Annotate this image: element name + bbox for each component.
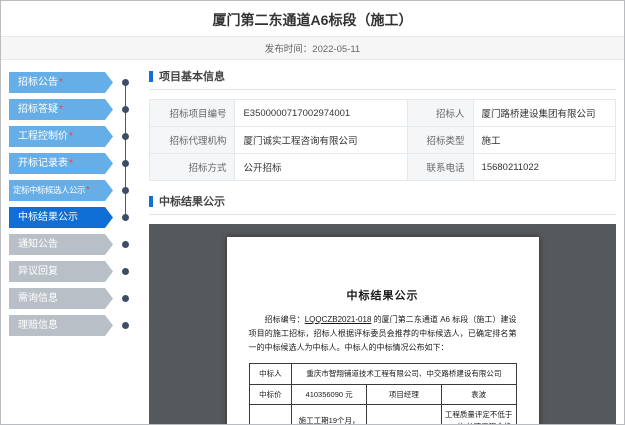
table-row: 招标项目编号 E3500000717002974001 招标人 厦门路桥建设集团… — [148, 99, 617, 127]
table-row: 招标方式 公开招标 联系电话 15680211022 — [148, 153, 617, 181]
sidebar-item-bid-qa[interactable]: 招标答疑* — [9, 99, 141, 120]
document-page: 中标结果公示 招标编号：LQQCZB2021-018 的厦门第二东通道 A6 标… — [226, 237, 539, 424]
stage-label: 招标公告 — [18, 77, 58, 88]
stage-arrow[interactable]: 理赔信息 — [9, 315, 113, 336]
stage-label: 通知公告 — [18, 239, 58, 250]
result-section-header: 中标结果公示 — [149, 193, 616, 215]
timeline-dot — [121, 295, 129, 302]
section-marker-icon — [149, 195, 153, 207]
field-label: 中标价 — [248, 383, 293, 406]
stage-arrow[interactable]: 工程控制价* — [9, 126, 113, 147]
field-value: 15680211022 — [472, 153, 617, 181]
field-label: 招标人 — [407, 99, 474, 127]
stage-sidebar: 招标公告* 招标答疑* 工程控制价* 开标记录表* 定标中标候选人公示* 中标结… — [9, 68, 141, 425]
field-label: 招标项目编号 — [148, 99, 236, 127]
stage-label: 工程控制价 — [18, 131, 68, 142]
required-star: * — [69, 131, 73, 142]
publish-time-bar: 发布时间：2022-05-11 — [1, 36, 624, 60]
timeline-dot — [121, 268, 129, 275]
timeline-dot — [121, 133, 129, 140]
sidebar-item-candidate-publicity[interactable]: 定标中标候选人公示* — [9, 180, 141, 201]
field-value: 410356090 元 — [291, 383, 367, 406]
required-star: * — [69, 158, 73, 169]
sidebar-item-inquiry-info[interactable]: 需询信息 — [9, 288, 141, 309]
sidebar-item-claim-info[interactable]: 理赔信息 — [9, 315, 141, 336]
basic-info-title: 项目基本信息 — [159, 71, 225, 83]
stage-arrow[interactable]: 定标中标候选人公示* — [9, 180, 113, 201]
page-header: 厦门第二东通道A6标段（施工） — [1, 1, 624, 36]
timeline-dot — [121, 241, 129, 248]
table-row: 工期 施工工期19个月，缺陷责任期 24 个月（其中，绿化工程养护期为 12 个… — [248, 404, 517, 424]
field-value: 厦门诚实工程咨询有限公司 — [234, 126, 409, 154]
timeline-dot — [121, 214, 129, 221]
field-label: 联系电话 — [407, 153, 474, 181]
sidebar-item-control-price[interactable]: 工程控制价* — [9, 126, 141, 147]
timeline-dot — [121, 160, 129, 167]
stage-arrow[interactable]: 异议回复 — [9, 261, 113, 282]
main-content: 项目基本信息 招标项目编号 E3500000717002974001 招标人 厦… — [141, 68, 617, 424]
table-row: 中标价 410356090 元 项目经理 袁波 — [248, 383, 517, 406]
field-value: 重庆市智翔铺道技术工程有限公司、中交路桥建设有限公司 — [291, 363, 517, 385]
project-detail-page: 厦门第二东通道A6标段（施工） 发布时间：2022-05-11 招标公告* 招标… — [0, 0, 625, 425]
field-value: 袁波 — [440, 383, 517, 406]
table-row: 招标代理机构 厦门诚实工程咨询有限公司 招标类型 施工 — [148, 126, 617, 154]
field-value: 厦门路桥建设集团有限公司 — [472, 99, 617, 127]
table-row: 中标人 重庆市智翔铺道技术工程有限公司、中交路桥建设有限公司 — [248, 363, 517, 385]
page-title: 厦门第二东通道A6标段（施工） — [212, 12, 413, 28]
para-prefix: 招标编号： — [264, 315, 305, 324]
stage-arrow[interactable]: 开标记录表* — [9, 153, 113, 174]
document-preview[interactable]: 中标结果公示 招标编号：LQQCZB2021-018 的厦门第二东通道 A6 标… — [149, 224, 616, 424]
sidebar-item-objection-reply[interactable]: 异议回复 — [9, 261, 141, 282]
stage-label: 理赔信息 — [18, 320, 58, 331]
field-value: 施工工期19个月，缺陷责任期 24 个月（其中，绿化工程养护期为 12 个月） — [291, 404, 367, 424]
field-label: 工期 — [248, 404, 293, 424]
sidebar-item-opening-record[interactable]: 开标记录表* — [9, 153, 141, 174]
stage-label: 招标答疑 — [18, 104, 58, 115]
publish-time: 发布时间：2022-05-11 — [264, 44, 361, 55]
bid-number: LQQCZB2021-018 — [304, 315, 372, 324]
field-label: 质量标准 — [365, 404, 442, 424]
sidebar-item-result-publicity[interactable]: 中标结果公示 — [9, 207, 141, 228]
timeline-line — [125, 83, 126, 218]
section-marker-icon — [149, 70, 153, 82]
field-value: 工程质量评定不低于 90 分,分项工程合格率为 100%; 交工验收达到合格; … — [440, 404, 517, 424]
timeline-dot — [121, 106, 129, 113]
required-star: * — [59, 104, 63, 115]
timeline-dot — [121, 322, 129, 329]
stage-label: 定标中标候选人公示 — [13, 185, 86, 195]
field-value: 施工 — [472, 126, 617, 154]
sidebar-item-bid-announcement[interactable]: 招标公告* — [9, 72, 141, 93]
field-label: 中标人 — [248, 363, 293, 385]
basic-info-table: 招标项目编号 E3500000717002974001 招标人 厦门路桥建设集团… — [148, 99, 617, 181]
stage-arrow[interactable]: 通知公告 — [9, 234, 113, 255]
field-label: 招标方式 — [148, 153, 236, 181]
field-label: 招标类型 — [407, 126, 474, 154]
stage-arrow[interactable]: 需询信息 — [9, 288, 113, 309]
timeline-dot — [121, 79, 129, 86]
required-star: * — [59, 77, 63, 88]
stage-label: 异议回复 — [18, 266, 58, 277]
document-paragraph: 招标编号：LQQCZB2021-018 的厦门第二东通道 A6 标段（施工）建设… — [249, 313, 517, 355]
timeline-dot — [121, 187, 129, 194]
field-label: 招标代理机构 — [148, 126, 236, 154]
basic-info-section-header: 项目基本信息 — [149, 68, 616, 90]
result-section-title: 中标结果公示 — [159, 196, 225, 208]
result-table: 中标人 重庆市智翔铺道技术工程有限公司、中交路桥建设有限公司 中标价 41035… — [248, 363, 517, 424]
document-title: 中标结果公示 — [346, 290, 419, 302]
sidebar-item-notice[interactable]: 通知公告 — [9, 234, 141, 255]
required-star: * — [86, 185, 90, 196]
stage-arrow[interactable]: 招标答疑* — [9, 99, 113, 120]
stage-label: 中标结果公示 — [18, 212, 78, 223]
field-value: 公开招标 — [234, 153, 409, 181]
stage-arrow-selected[interactable]: 中标结果公示 — [9, 207, 113, 228]
stage-label: 需询信息 — [18, 293, 58, 304]
field-label: 项目经理 — [365, 383, 442, 406]
stage-arrow[interactable]: 招标公告* — [9, 72, 113, 93]
field-value: E3500000717002974001 — [234, 99, 409, 127]
stage-label: 开标记录表 — [18, 158, 68, 169]
